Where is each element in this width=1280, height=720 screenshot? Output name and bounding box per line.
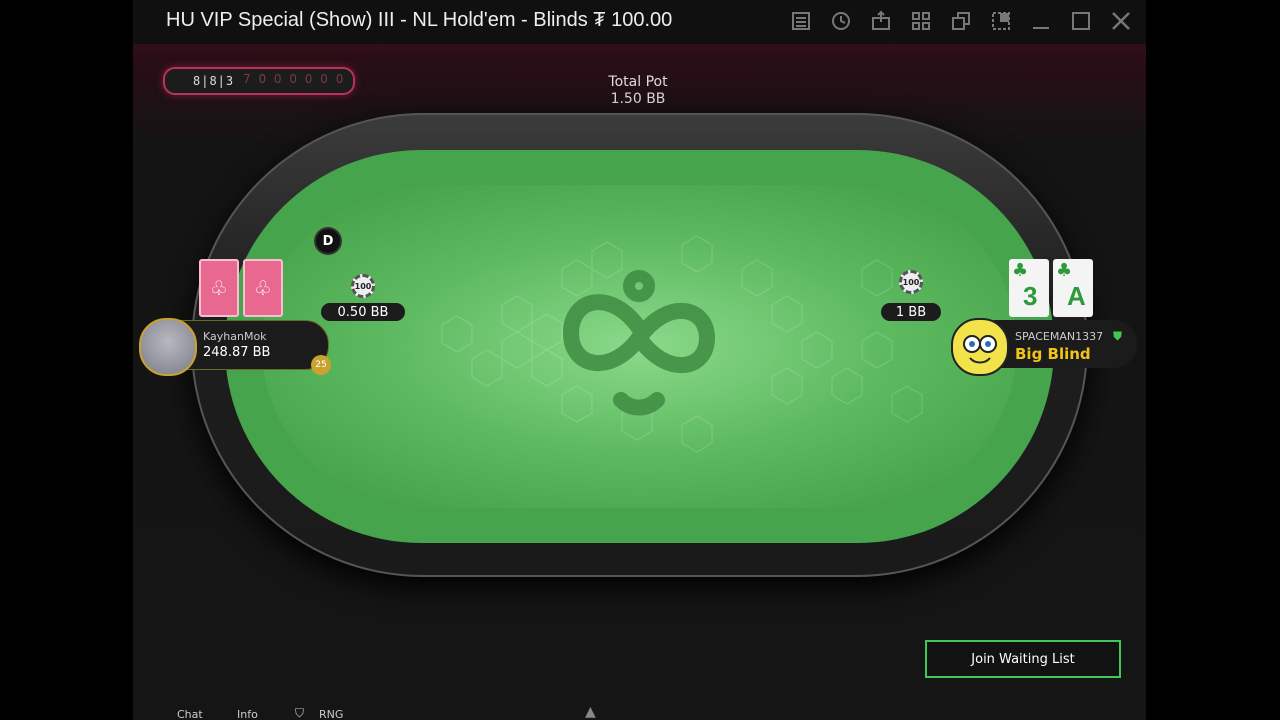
list-icon[interactable] — [788, 8, 814, 34]
player-2-card: ♣ 3 — [1009, 259, 1049, 317]
minimize-icon[interactable] — [1028, 8, 1054, 34]
poker-table-window: HU VIP Special (Show) III - NL Hold'em -… — [133, 0, 1146, 720]
player-2-card-2-suit: ♣ — [1056, 260, 1073, 281]
player-1-timer: 25 — [311, 355, 331, 375]
player-1-card-back: ♧ — [199, 259, 239, 317]
grid-icon[interactable] — [908, 8, 934, 34]
join-waiting-list-button[interactable]: Join Waiting List — [925, 640, 1121, 678]
history-icon[interactable] — [828, 8, 854, 34]
spongebob-avatar-icon — [963, 335, 997, 364]
card-back-logo-icon: ♧ — [210, 276, 228, 300]
maximize-icon[interactable] — [1068, 8, 1094, 34]
player-2-name: SPACEMAN1337 — [1015, 330, 1104, 343]
card-back-logo-icon: ♧ — [254, 276, 272, 300]
tables-icon[interactable] — [948, 8, 974, 34]
total-pot: Total Pot 1.50 BB — [553, 74, 723, 108]
pot-label: Total Pot — [608, 74, 668, 90]
player-1-card-back: ♧ — [243, 259, 283, 317]
player-2-avatar — [951, 318, 1009, 376]
dealer-button: D — [316, 229, 340, 253]
player-1-bet-chip: 100 — [351, 274, 375, 298]
history-rest: 7 0 0 0 0 0 0 — [243, 72, 346, 86]
info-tab[interactable]: Info — [237, 708, 258, 720]
bottom-bar: Chat Info ⛉ RNG ▲ — [133, 702, 1146, 720]
hand-history-strip[interactable]: 8|8|3 7 0 0 0 0 0 0 — [163, 67, 355, 95]
player-2-card: ♣ A — [1053, 259, 1093, 317]
pot-value: 1.50 BB — [610, 91, 666, 107]
player-1-stack: 248.87 BB — [203, 345, 271, 360]
title-bar: HU VIP Special (Show) III - NL Hold'em -… — [133, 0, 1146, 44]
player-2-bet: 1 BB — [881, 303, 941, 321]
player-1-name: KayhanMok — [203, 330, 267, 343]
close-icon[interactable] — [1108, 8, 1134, 34]
history-cards: 8|8|3 — [193, 74, 235, 88]
player-2-card-2-rank: A — [1067, 281, 1086, 311]
player-1-avatar — [139, 318, 197, 376]
shield-icon: ⛉ — [295, 706, 305, 720]
chat-tab[interactable]: Chat — [177, 708, 203, 720]
chevron-up-icon[interactable]: ▲ — [585, 704, 596, 720]
player-2-status: Big Blind — [1015, 345, 1091, 363]
verified-shield-icon: ⛊ — [1113, 329, 1123, 343]
window-title: HU VIP Special (Show) III - NL Hold'em -… — [166, 9, 673, 31]
export-icon[interactable] — [868, 8, 894, 34]
brand-logo — [562, 270, 716, 416]
player-1-bet: 0.50 BB — [321, 303, 405, 321]
player-2-card-1-suit: ♣ — [1012, 260, 1029, 281]
rng-tab[interactable]: RNG — [319, 708, 343, 720]
title-bar-icons — [788, 8, 1134, 34]
player-2-card-1-rank: 3 — [1023, 281, 1038, 311]
player-2-bet-chip: 100 — [899, 270, 923, 294]
resize-icon[interactable] — [988, 8, 1014, 34]
